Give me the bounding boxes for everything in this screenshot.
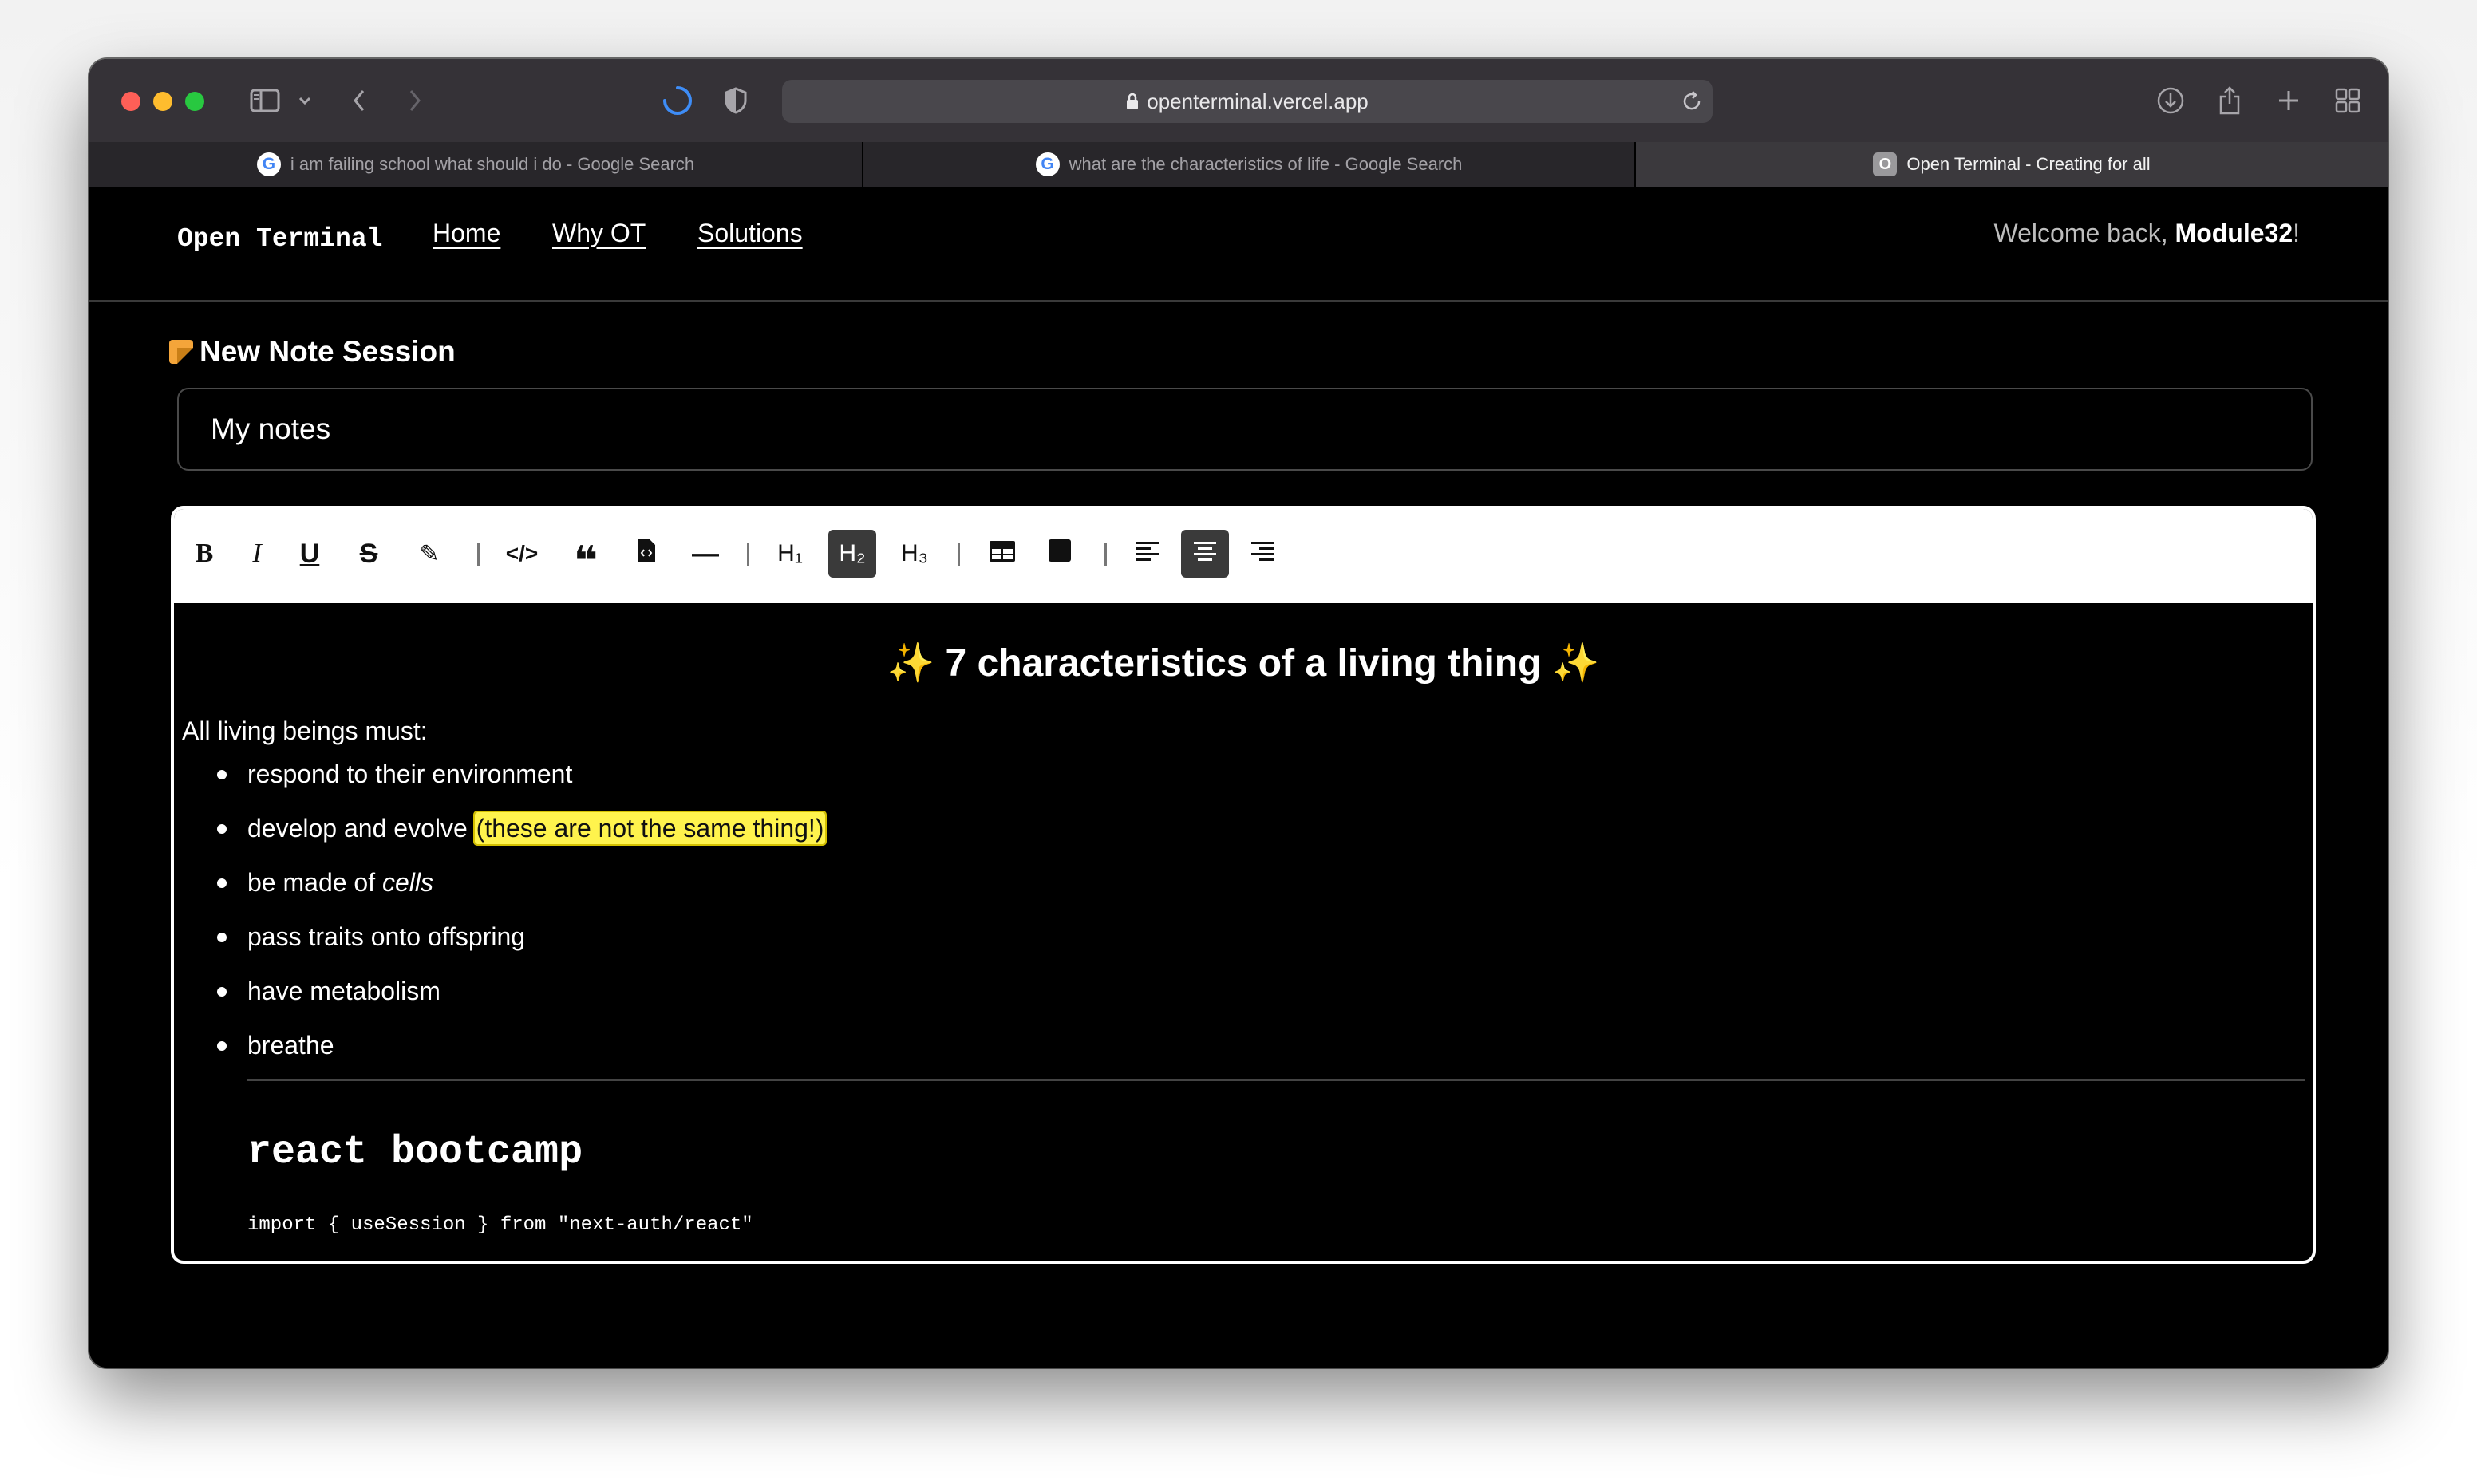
nav-link-solutions[interactable]: Solutions bbox=[697, 219, 803, 248]
session-title: New Note Session bbox=[200, 335, 456, 368]
table-button[interactable] bbox=[978, 530, 1026, 578]
url-text: openterminal.vercel.app bbox=[1147, 89, 1369, 113]
list-item-text-main: develop and evolve bbox=[247, 814, 475, 843]
page-content: Open Terminal Home Why OT Solutions Welc… bbox=[89, 187, 2388, 1368]
list-item-text: have metabolism bbox=[247, 977, 440, 1005]
share-icon[interactable] bbox=[2210, 78, 2249, 123]
new-tab-icon[interactable] bbox=[2270, 78, 2308, 123]
toolbar-divider bbox=[477, 543, 480, 566]
site-logo[interactable]: Open Terminal bbox=[177, 224, 382, 254]
blockquote-button[interactable]: ❝ bbox=[562, 530, 610, 585]
session-heading: New Note Session bbox=[169, 335, 456, 369]
bullet-dot bbox=[217, 987, 227, 997]
italic-text: cells bbox=[382, 868, 434, 897]
heading-3-button[interactable]: H₃ bbox=[891, 530, 938, 578]
google-favicon-icon: G bbox=[256, 152, 281, 176]
chevron-down-icon[interactable] bbox=[294, 78, 316, 123]
align-left-icon bbox=[1135, 539, 1160, 570]
align-center-icon bbox=[1192, 539, 1218, 570]
content-heading: ✨ 7 characteristics of a living thing ✨ bbox=[174, 640, 2313, 685]
tab-open-terminal[interactable]: O Open Terminal - Creating for all bbox=[1636, 142, 2388, 187]
horizontal-rule bbox=[247, 1079, 2305, 1081]
bullet-dot bbox=[217, 933, 227, 942]
bullet-dot bbox=[217, 824, 227, 834]
username: Module32 bbox=[2175, 219, 2293, 247]
lock-icon bbox=[1126, 81, 1139, 124]
tab-overview-icon[interactable] bbox=[2329, 78, 2367, 123]
rich-text-editor[interactable]: B I U S ✎ </> ❝ — H₁ H₂ H₃ ✨ 7 character… bbox=[171, 506, 2316, 1264]
align-right-button[interactable] bbox=[1238, 530, 1286, 578]
site-header: Open Terminal Home Why OT Solutions Welc… bbox=[89, 187, 2388, 302]
editor-toolbar: B I U S ✎ </> ❝ — H₁ H₂ H₃ bbox=[174, 509, 2313, 603]
loading-spinner-icon bbox=[658, 78, 697, 123]
code-file-icon bbox=[636, 538, 657, 570]
align-right-icon bbox=[1250, 539, 1275, 570]
downloads-icon[interactable] bbox=[2151, 78, 2190, 123]
back-icon[interactable] bbox=[343, 78, 375, 123]
editor-content[interactable]: ✨ 7 characteristics of a living thing ✨ … bbox=[174, 603, 2313, 1261]
list-item-text: develop and evolve (these are not the sa… bbox=[247, 811, 828, 846]
code-heading: react bootcamp bbox=[247, 1130, 583, 1175]
welcome-prefix: Welcome back, bbox=[1993, 219, 2175, 247]
toolbar-divider bbox=[958, 543, 960, 566]
browser-toolbar: openterminal.vercel.app bbox=[89, 59, 2388, 142]
code-line: import { useSession } from "next-auth/re… bbox=[247, 1214, 753, 1236]
bullet-dot bbox=[217, 1041, 227, 1051]
list-item-text: be made of cells bbox=[247, 868, 433, 898]
address-bar[interactable]: openterminal.vercel.app bbox=[782, 80, 1713, 123]
code-block-button[interactable] bbox=[622, 530, 670, 578]
note-title-input[interactable] bbox=[177, 388, 2313, 471]
tab-title: i am failing school what should i do - G… bbox=[290, 154, 695, 174]
reload-icon[interactable] bbox=[1681, 90, 1703, 116]
open-terminal-favicon-icon: O bbox=[1873, 152, 1898, 176]
privacy-shield-icon[interactable] bbox=[720, 78, 752, 123]
list-item-text: respond to their environment bbox=[247, 760, 573, 788]
bold-button[interactable]: B bbox=[180, 530, 228, 578]
sidebar-toggle-icon[interactable] bbox=[246, 78, 284, 123]
content-heading-text: 7 characteristics of a living thing bbox=[934, 642, 1552, 685]
horizontal-rule-button[interactable]: — bbox=[681, 530, 729, 578]
bullet-dot bbox=[217, 770, 227, 779]
code-button[interactable]: </> bbox=[498, 530, 546, 578]
sparkles-icon: ✨ bbox=[887, 642, 935, 685]
heading-1-button[interactable]: H₁ bbox=[766, 530, 814, 578]
list-item-text: pass traits onto offspring bbox=[247, 922, 526, 951]
heading-2-button[interactable]: H₂ bbox=[828, 530, 876, 578]
minimize-window-button[interactable] bbox=[153, 92, 172, 111]
tab-bar: G i am failing school what should i do -… bbox=[89, 142, 2388, 187]
highlight-button[interactable]: ✎ bbox=[405, 530, 453, 578]
google-favicon-icon: G bbox=[1035, 152, 1060, 176]
toolbar-divider bbox=[747, 543, 749, 566]
welcome-suffix: ! bbox=[2293, 219, 2300, 247]
tab-title: Open Terminal - Creating for all bbox=[1906, 154, 2151, 174]
square-icon bbox=[1048, 539, 1072, 570]
zoom-window-button[interactable] bbox=[185, 92, 204, 111]
align-center-button[interactable] bbox=[1181, 530, 1229, 578]
nav-link-home[interactable]: Home bbox=[433, 219, 500, 248]
tab-google-search-1[interactable]: G i am failing school what should i do -… bbox=[89, 142, 862, 187]
browser-window: openterminal.vercel.app G i am failing s… bbox=[89, 59, 2388, 1368]
block-button[interactable] bbox=[1036, 530, 1084, 578]
nav-link-why-ot[interactable]: Why OT bbox=[552, 219, 646, 248]
tab-title: what are the characteristics of life - G… bbox=[1069, 154, 1463, 174]
strikethrough-button[interactable]: S bbox=[345, 530, 393, 578]
italic-button[interactable]: I bbox=[233, 530, 281, 578]
memo-icon bbox=[169, 340, 193, 364]
bullet-dot bbox=[217, 878, 227, 888]
close-window-button[interactable] bbox=[121, 92, 140, 111]
list-item-text-main: be made of bbox=[247, 868, 382, 897]
align-left-button[interactable] bbox=[1124, 530, 1171, 578]
highlighted-text: (these are not the same thing!) bbox=[472, 811, 828, 846]
toolbar-divider bbox=[1104, 543, 1107, 566]
tab-google-search-2[interactable]: G what are the characteristics of life -… bbox=[863, 142, 1634, 187]
underline-button[interactable]: U bbox=[286, 530, 334, 578]
forward-icon[interactable] bbox=[399, 78, 431, 123]
table-icon bbox=[989, 539, 1016, 570]
list-item-text: breathe bbox=[247, 1031, 334, 1060]
intro-paragraph: All living beings must: bbox=[182, 716, 428, 745]
welcome-message: Welcome back, Module32! bbox=[1993, 219, 2300, 248]
sparkles-icon: ✨ bbox=[1551, 642, 1600, 685]
